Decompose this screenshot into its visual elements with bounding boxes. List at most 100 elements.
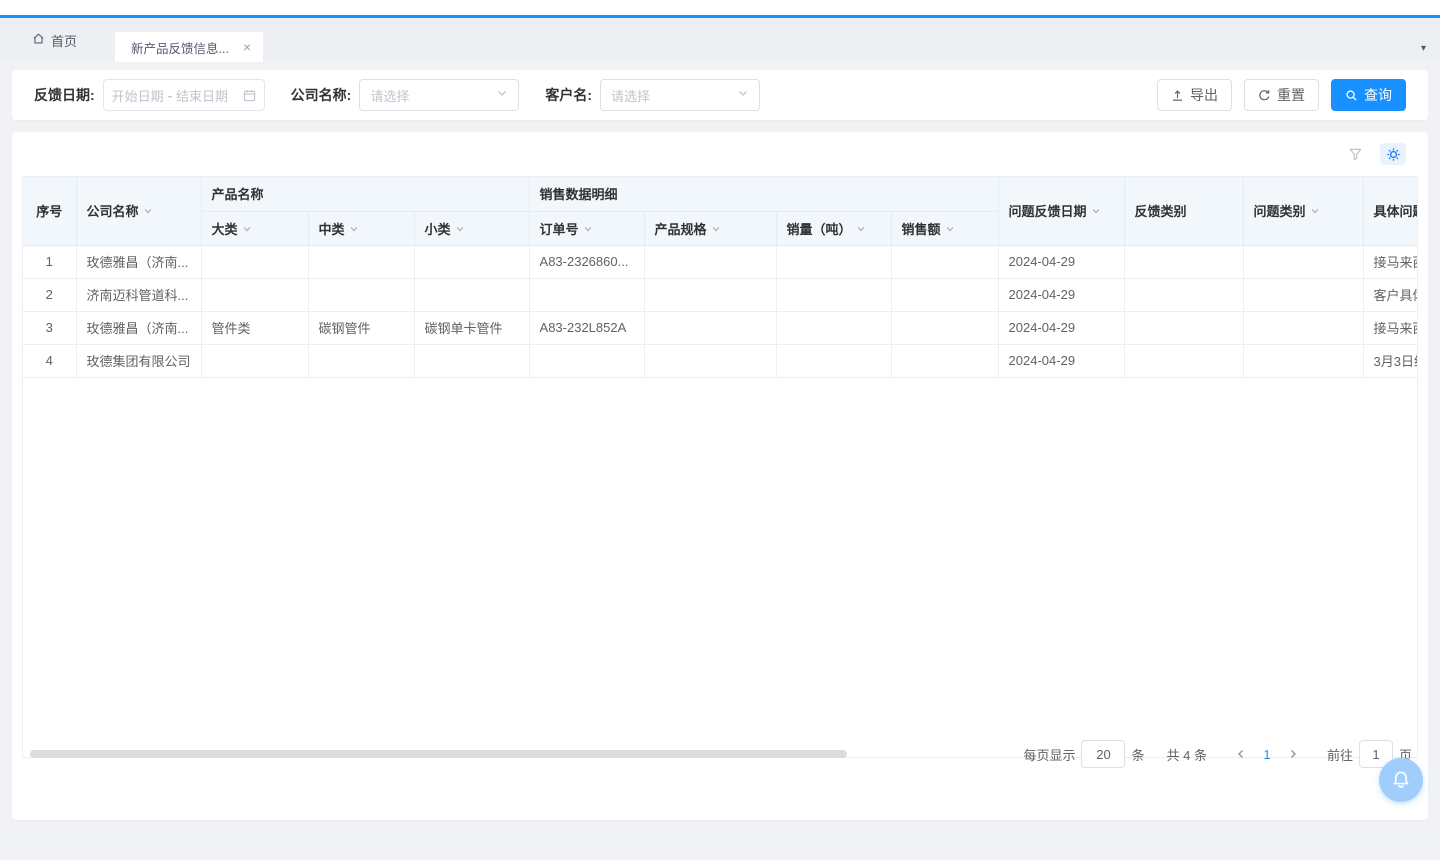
sort-caret-icon[interactable] [583, 222, 593, 237]
table-row[interactable]: 1 玫德雅昌（济南... A83-2326860... 2024-04-29 接… [23, 245, 1418, 278]
cell-order-no [529, 344, 644, 377]
cell-feedback-date: 2024-04-29 [998, 311, 1124, 344]
table-row[interactable]: 2 济南迈科管道科... 2024-04-29 客户具体... [23, 278, 1418, 311]
col-header-volume[interactable]: 销量（吨） [776, 211, 891, 245]
chevron-right-icon[interactable] [1281, 740, 1305, 768]
customer-name-label: 客户名: [545, 85, 592, 105]
cell-no: 4 [23, 344, 76, 377]
cell-question-type [1243, 278, 1363, 311]
cell-order-no: A83-2326860... [529, 245, 644, 278]
query-button[interactable]: 查询 [1331, 79, 1406, 111]
cell-spec [644, 344, 776, 377]
cell-company: 济南迈科管道科... [76, 278, 201, 311]
col-header-amount[interactable]: 销售额 [891, 211, 998, 245]
sort-caret-icon[interactable] [242, 222, 252, 237]
data-table-viewport: 序号 公司名称 产品名称 销售数据明细 问题反馈日期 反馈类别 [22, 176, 1418, 758]
reset-button[interactable]: 重置 [1244, 79, 1319, 111]
home-icon [32, 32, 45, 48]
col-header-no: 序号 [23, 177, 76, 245]
cell-feedback-type [1124, 344, 1243, 377]
sort-caret-icon[interactable] [711, 222, 721, 237]
cell-question-type [1243, 344, 1363, 377]
start-date-placeholder: 开始日期 [112, 86, 164, 105]
cell-question-type [1243, 245, 1363, 278]
cell-no: 2 [23, 278, 76, 311]
refresh-icon [1258, 89, 1271, 102]
cell-cat-mid [308, 344, 414, 377]
gear-icon[interactable] [1380, 143, 1406, 165]
cell-question-type [1243, 311, 1363, 344]
sort-caret-icon[interactable] [1091, 204, 1101, 219]
cell-question-detail: 客户具体... [1363, 278, 1418, 311]
tab-active-label: 新产品反馈信息... [131, 38, 229, 57]
cell-cat-big: 管件类 [201, 311, 308, 344]
tab-product-feedback[interactable]: 新产品反馈信息... × [115, 32, 263, 62]
cell-cat-mid [308, 245, 414, 278]
goto-label: 前往 [1327, 745, 1353, 764]
col-header-cat-small[interactable]: 小类 [414, 211, 529, 245]
date-range-separator: - [168, 88, 172, 103]
close-icon[interactable]: × [243, 40, 251, 54]
col-header-cat-mid[interactable]: 中类 [308, 211, 414, 245]
top-strip [0, 0, 1440, 15]
page-number-current[interactable]: 1 [1253, 747, 1281, 762]
sort-caret-icon[interactable] [856, 222, 866, 237]
per-page-input[interactable] [1081, 740, 1125, 768]
table-toolbar [12, 132, 1428, 176]
col-group-sales: 销售数据明细 [529, 177, 998, 211]
cell-cat-mid [308, 278, 414, 311]
chevron-left-icon[interactable] [1229, 740, 1253, 768]
sort-caret-icon[interactable] [1310, 204, 1320, 219]
sort-caret-icon[interactable] [349, 222, 359, 237]
cell-amount [891, 311, 998, 344]
cell-cat-big [201, 245, 308, 278]
cell-no: 3 [23, 311, 76, 344]
cell-cat-small [414, 344, 529, 377]
tab-home-label: 首页 [51, 31, 77, 50]
funnel-icon[interactable] [1344, 143, 1366, 165]
sort-caret-icon[interactable] [455, 222, 465, 237]
col-header-company[interactable]: 公司名称 [76, 177, 201, 245]
cell-order-no [529, 278, 644, 311]
cell-volume [776, 278, 891, 311]
cell-volume [776, 245, 891, 278]
upload-icon [1171, 89, 1184, 102]
tab-list-dropdown-icon[interactable]: ▾ [1421, 43, 1426, 54]
search-icon [1345, 89, 1358, 102]
horizontal-scrollbar-thumb[interactable] [30, 750, 847, 758]
table-row[interactable]: 3 玫德雅昌（济南... 管件类 碳钢管件 碳钢单卡管件 A83-232L852… [23, 311, 1418, 344]
cell-volume [776, 344, 891, 377]
cell-question-detail: 3月3日给... [1363, 344, 1418, 377]
col-header-question-type[interactable]: 问题类别 [1243, 177, 1363, 245]
col-header-question-detail: 具体问题 [1363, 177, 1418, 245]
cell-spec [644, 278, 776, 311]
end-date-placeholder: 结束日期 [176, 86, 228, 105]
cell-feedback-date: 2024-04-29 [998, 245, 1124, 278]
tab-bar: 首页 新产品反馈信息... × ▾ [0, 18, 1440, 62]
export-button[interactable]: 导出 [1157, 79, 1232, 111]
tab-home[interactable]: 首页 [28, 18, 81, 62]
col-header-order-no[interactable]: 订单号 [529, 211, 644, 245]
sort-caret-icon[interactable] [143, 204, 153, 219]
export-button-label: 导出 [1190, 85, 1218, 105]
notification-bell-button[interactable] [1379, 758, 1423, 802]
cell-feedback-type [1124, 245, 1243, 278]
cell-cat-big [201, 344, 308, 377]
sort-caret-icon[interactable] [945, 222, 955, 237]
cell-feedback-date: 2024-04-29 [998, 344, 1124, 377]
cell-amount [891, 245, 998, 278]
feedback-date-range-input[interactable]: 开始日期 - 结束日期 [103, 79, 265, 111]
cell-feedback-date: 2024-04-29 [998, 278, 1124, 311]
customer-select-placeholder: 请选择 [611, 86, 650, 105]
col-header-spec[interactable]: 产品规格 [644, 211, 776, 245]
col-header-cat-big[interactable]: 大类 [201, 211, 308, 245]
table-header: 序号 公司名称 产品名称 销售数据明细 问题反馈日期 反馈类别 [23, 177, 1418, 245]
company-select[interactable]: 请选择 [359, 79, 519, 111]
cell-feedback-type [1124, 311, 1243, 344]
cell-amount [891, 278, 998, 311]
col-header-feedback-date[interactable]: 问题反馈日期 [998, 177, 1124, 245]
data-table: 序号 公司名称 产品名称 销售数据明细 问题反馈日期 反馈类别 [23, 177, 1418, 378]
customer-select[interactable]: 请选择 [600, 79, 760, 111]
result-panel: 序号 公司名称 产品名称 销售数据明细 问题反馈日期 反馈类别 [12, 132, 1428, 820]
table-row[interactable]: 4 玫德集团有限公司 2024-04-29 3月3日给... [23, 344, 1418, 377]
